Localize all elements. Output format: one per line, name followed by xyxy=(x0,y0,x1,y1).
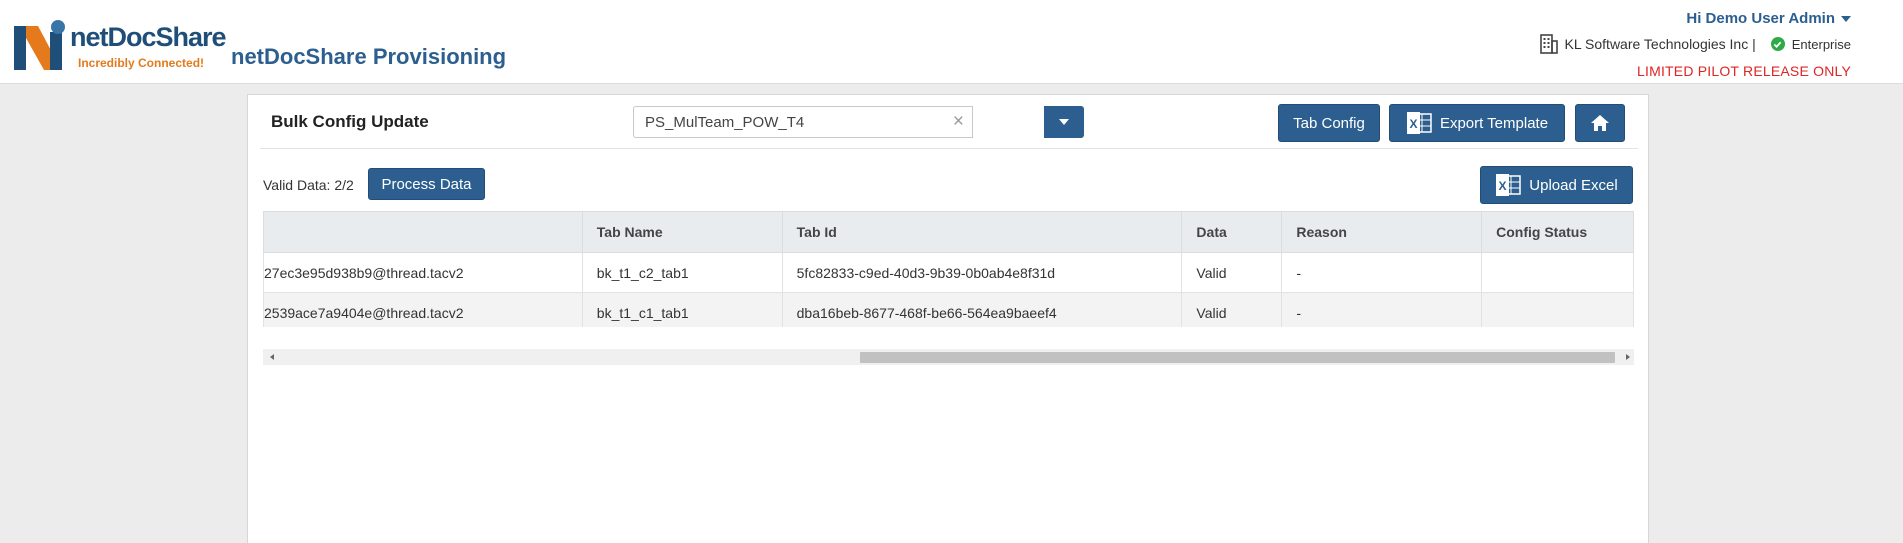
column-header-data[interactable]: Data xyxy=(1181,211,1283,253)
caret-down-icon xyxy=(1841,15,1851,22)
table-cell: - xyxy=(1281,252,1483,293)
svg-text:X: X xyxy=(1499,179,1507,193)
table-cell xyxy=(1481,292,1634,327)
table-row[interactable]: 2539ace7a9404e@thread.tacv2 bk_t1_c1_tab… xyxy=(263,292,1634,327)
scroll-right-arrow-icon[interactable] xyxy=(1626,354,1630,360)
page-title: Bulk Config Update xyxy=(271,112,429,131)
header-divider xyxy=(260,148,1638,149)
app-title: netDocShare Provisioning xyxy=(231,44,507,69)
scrollbar-thumb[interactable] xyxy=(860,352,1615,363)
table-row[interactable]: 27ec3e95d938b9@thread.tacv2 bk_t1_c2_tab… xyxy=(263,252,1634,293)
plan-badge: Enterprise xyxy=(1791,36,1851,52)
table-cell: dba16beb-8677-468f-be66-564ea9baeef4 xyxy=(781,292,1183,327)
process-data-label: Process Data xyxy=(381,175,472,193)
org-name: KL Software Technologies Inc | xyxy=(1564,36,1756,52)
close-icon[interactable]: × xyxy=(953,111,964,133)
table-cell: 5fc82833-c9ed-40d3-9b39-0b0ab4e8f31d xyxy=(781,252,1183,293)
export-template-button[interactable]: X Export Template xyxy=(1389,104,1565,142)
column-header-tab-name[interactable]: Tab Name xyxy=(581,211,783,253)
table-cell: bk_t1_c2_tab1 xyxy=(581,252,783,293)
check-circle-icon xyxy=(1770,37,1785,51)
table-header-row: Tab Name Tab Id Data Reason Config Statu… xyxy=(263,211,1634,253)
tab-config-button[interactable]: Tab Config xyxy=(1278,104,1380,142)
app-header: netDocShare Incredibly Connected! netDoc… xyxy=(0,0,1903,84)
home-icon xyxy=(1591,115,1609,131)
config-select-value: PS_MulTeam_POW_T4 xyxy=(645,114,805,131)
valid-data-count: Valid Data: 2/2 xyxy=(263,177,354,193)
config-select[interactable]: PS_MulTeam_POW_T4 × xyxy=(633,106,973,138)
table-cell: Valid xyxy=(1181,252,1283,293)
upload-excel-button[interactable]: X Upload Excel xyxy=(1480,166,1633,204)
logo-name: netDocShare xyxy=(70,22,227,52)
bulk-config-panel: Bulk Config Update PS_MulTeam_POW_T4 × T… xyxy=(247,94,1649,543)
logo-mark-icon xyxy=(14,20,65,70)
table-cell xyxy=(1481,252,1634,293)
table-cell: Valid xyxy=(1181,292,1283,327)
brand-logo[interactable]: netDocShare Incredibly Connected! xyxy=(14,18,227,72)
table-cell: 2539ace7a9404e@thread.tacv2 xyxy=(263,292,583,327)
config-table-container: Tab Name Tab Id Data Reason Config Statu… xyxy=(263,211,1634,327)
excel-icon: X xyxy=(1496,174,1522,196)
process-data-button[interactable]: Process Data xyxy=(368,168,485,200)
config-table: Tab Name Tab Id Data Reason Config Statu… xyxy=(263,211,1634,327)
scroll-left-arrow-icon[interactable] xyxy=(270,354,274,360)
horizontal-scrollbar[interactable] xyxy=(263,349,1634,365)
caret-down-icon xyxy=(1059,119,1069,125)
release-notice: LIMITED PILOT RELEASE ONLY xyxy=(1637,63,1851,79)
tab-config-label: Tab Config xyxy=(1293,114,1365,132)
table-cell: - xyxy=(1281,292,1483,327)
user-greeting: Hi Demo User Admin xyxy=(1686,10,1835,27)
building-icon xyxy=(1539,34,1558,54)
column-header-tab-id[interactable]: Tab Id xyxy=(781,211,1183,253)
upload-excel-label: Upload Excel xyxy=(1529,176,1618,194)
excel-icon: X xyxy=(1406,112,1432,134)
table-cell: 27ec3e95d938b9@thread.tacv2 xyxy=(263,252,583,293)
svg-text:X: X xyxy=(1409,117,1417,131)
logo-tagline: Incredibly Connected! xyxy=(78,56,205,70)
table-cell: bk_t1_c1_tab1 xyxy=(581,292,783,327)
column-header-reason[interactable]: Reason xyxy=(1281,211,1483,253)
config-select-toggle[interactable] xyxy=(1044,106,1084,138)
org-info: KL Software Technologies Inc | Enterpris… xyxy=(1539,34,1851,54)
home-button[interactable] xyxy=(1575,104,1625,142)
column-header[interactable] xyxy=(263,211,583,253)
column-header-config-status[interactable]: Config Status xyxy=(1481,211,1634,253)
user-menu[interactable]: Hi Demo User Admin xyxy=(1686,10,1851,27)
export-template-label: Export Template xyxy=(1439,114,1549,132)
